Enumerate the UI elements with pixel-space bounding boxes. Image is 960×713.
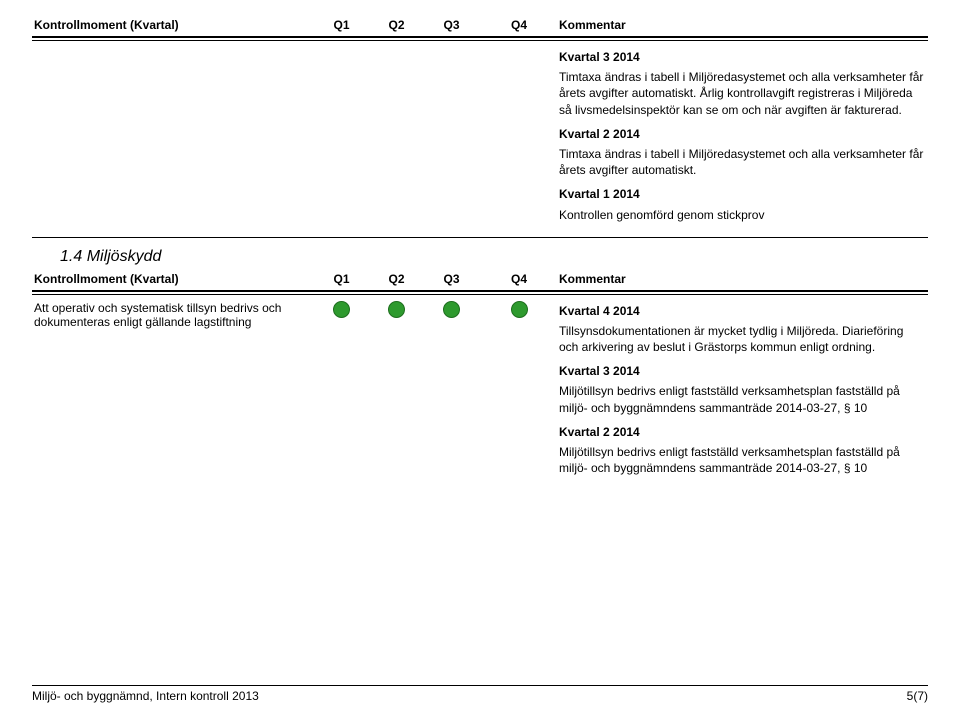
cell-q4-b [479, 301, 559, 321]
status-dot-icon [333, 301, 350, 318]
comment-heading: Kvartal 4 2014 [559, 303, 926, 319]
th-q2: Q2 [369, 18, 424, 32]
cell-comment-b: Kvartal 4 2014 Tillsynsdokumentationen ä… [559, 301, 926, 483]
page-footer: Miljö- och byggnämnd, Intern kontroll 20… [32, 685, 928, 703]
th-q4-b: Q4 [479, 272, 559, 286]
cell-desc-b: Att operativ och systematisk tillsyn bed… [34, 301, 314, 329]
comment-text: Kontrollen genomförd genom stickprov [559, 207, 926, 223]
table-row-sectionA: Kvartal 3 2014 Timtaxa ändras i tabell i… [32, 41, 928, 235]
table-row-sectionB: Att operativ och systematisk tillsyn bed… [32, 295, 928, 489]
status-dot-icon [443, 301, 460, 318]
cell-comment-a: Kvartal 3 2014 Timtaxa ändras i tabell i… [559, 47, 926, 229]
status-dot-icon [388, 301, 405, 318]
table-header-top: Kontrollmoment (Kvartal) Q1 Q2 Q3 Q4 Kom… [32, 18, 928, 36]
comment-text: Miljötillsyn bedrivs enligt fastställd v… [559, 383, 926, 415]
comment-text: Tillsynsdokumentationen är mycket tydlig… [559, 323, 926, 355]
footer-pagenum: 5(7) [907, 689, 928, 703]
comment-heading: Kvartal 2 2014 [559, 424, 926, 440]
comment-heading: Kvartal 3 2014 [559, 363, 926, 379]
comment-text: Timtaxa ändras i tabell i Miljöredasyste… [559, 146, 926, 178]
th-q2-b: Q2 [369, 272, 424, 286]
section-title: 1.4 Miljöskydd [60, 248, 928, 266]
cell-q1-b [314, 301, 369, 321]
th-q4: Q4 [479, 18, 559, 32]
header-rule-top [32, 36, 928, 38]
th-comment: Kommentar [559, 18, 926, 32]
comment-heading: Kvartal 2 2014 [559, 126, 926, 142]
th-q1: Q1 [314, 18, 369, 32]
row-rule-a [32, 237, 928, 238]
comment-heading: Kvartal 3 2014 [559, 49, 926, 65]
th-q1-b: Q1 [314, 272, 369, 286]
footer-left: Miljö- och byggnämnd, Intern kontroll 20… [32, 689, 259, 703]
cell-q2-b [369, 301, 424, 321]
th-comment-b: Kommentar [559, 272, 926, 286]
cell-q3-b [424, 301, 479, 321]
footer-rule [32, 685, 928, 686]
th-desc-b: Kontrollmoment (Kvartal) [34, 272, 314, 286]
header-rule-b [32, 290, 928, 292]
comment-heading: Kvartal 1 2014 [559, 186, 926, 202]
table-header-b: Kontrollmoment (Kvartal) Q1 Q2 Q3 Q4 Kom… [32, 272, 928, 290]
comment-text: Timtaxa ändras i tabell i Miljöredasyste… [559, 69, 926, 118]
comment-text: Miljötillsyn bedrivs enligt fastställd v… [559, 444, 926, 476]
th-q3: Q3 [424, 18, 479, 32]
th-desc: Kontrollmoment (Kvartal) [34, 18, 314, 32]
status-dot-icon [511, 301, 528, 318]
th-q3-b: Q3 [424, 272, 479, 286]
